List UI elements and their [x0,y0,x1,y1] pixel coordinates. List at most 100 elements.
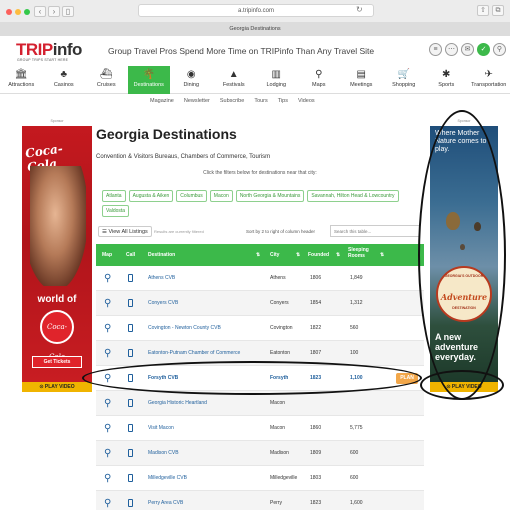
nav-item-casinos[interactable]: ♣ Casinos [43,66,86,94]
table-row[interactable]: ⚲ Forsyth CVB Forsyth 1823 1,100 PLAN [96,366,424,391]
nav-item-meetings[interactable]: ▤ Meetings [340,66,383,94]
header-city[interactable]: City [270,244,279,266]
destination-link[interactable]: Visit Macon [148,416,174,441]
map-pin-icon[interactable]: ⚲ [104,441,111,466]
filter-chip[interactable]: Macon [209,190,233,202]
get-tickets-button[interactable]: Get Tickets [32,356,82,368]
filter-chip[interactable]: Valdosta [102,205,130,217]
email-icon[interactable]: ✉ [461,43,474,56]
view-all-listings-button[interactable]: ☰ View All Listings [98,226,152,237]
filter-chip[interactable]: North Georgia & Mountains [235,190,305,202]
subnav-link-tours[interactable]: Tours [254,98,267,104]
map-pin-icon[interactable]: ⚲ [104,341,111,366]
nav-item-festivals[interactable]: ▲ Festivals [213,66,256,94]
sort-arrows-icon[interactable]: ⇅ [256,244,260,266]
map-pin-icon[interactable]: ⚲ [104,366,111,391]
subnav-link-magazine[interactable]: Magazine [150,98,174,104]
destination-link[interactable]: Covington - Newton County CVB [148,316,221,341]
table-row[interactable]: ⚲ Eatonton-Putnam Chamber of Commerce Eato… [96,341,424,366]
nav-item-dining[interactable]: ◉ Dining [170,66,213,94]
nav-item-maps[interactable]: ⚲ Maps [298,66,341,94]
table-row[interactable]: ⚲ Milledgeville CVB Milledgeville 1803 600 [96,466,424,491]
back-icon[interactable]: ‹ [34,6,46,17]
minimize-window-icon[interactable] [15,9,21,15]
nav-item-lodging[interactable]: ▥ Lodging [255,66,298,94]
share-icon[interactable]: ⇧ [477,5,489,16]
filter-chip[interactable]: Savannah, Hilton Head & Lowcountry [307,190,399,202]
table-row[interactable]: ⚲ Conyers CVB Conyers 1854 1,312 [96,291,424,316]
destination-link[interactable]: Forsyth CVB [148,366,178,391]
destination-link[interactable]: Milledgeville CVB [148,466,187,491]
nav-item-cruises[interactable]: ⛴ Cruises [85,66,128,94]
map-pin-icon[interactable]: ⚲ [104,466,111,491]
phone-icon[interactable] [128,491,133,510]
subnav-link-tips[interactable]: Tips [278,98,288,104]
table-search-input[interactable] [330,225,420,237]
header-founded[interactable]: Founded [308,244,329,266]
table-row[interactable]: ⚲ Athens CVB Athens 1806 1,849 [96,266,424,291]
play-video-button-left[interactable]: ⊙ PLAY VIDEO [22,382,92,392]
subnav-link-newsletter[interactable]: Newsletter [184,98,210,104]
sort-arrows-icon[interactable]: ⇅ [296,244,300,266]
phone-icon[interactable] [128,391,133,416]
share-circle-icon[interactable]: ⋯ [445,43,458,56]
header-map[interactable]: Map [102,244,112,266]
maximize-window-icon[interactable] [24,9,30,15]
sort-arrows-icon[interactable]: ⇅ [380,244,384,266]
header-destination[interactable]: Destination [148,244,175,266]
play-video-button-right[interactable]: ⊙ PLAY VIDEO [430,382,498,392]
left-ad[interactable]: Sponsor Coca-Cola world of Coca-Cola Get… [22,118,92,394]
map-pin-icon[interactable]: ⚲ [104,316,111,341]
map-pin-icon[interactable]: ⚲ [104,266,111,291]
phone-icon[interactable] [128,341,133,366]
destination-link[interactable]: Conyers CVB [148,291,178,316]
phone-icon[interactable] [128,266,133,291]
table-row[interactable]: ⚲ Covington - Newton County CVB Covington 1… [96,316,424,341]
close-window-icon[interactable] [6,9,12,15]
address-bar[interactable]: a.tripinfo.com [138,4,374,17]
right-ad[interactable]: Sponsor Where Mother Nature comes to pla… [430,118,498,394]
table-row[interactable]: ⚲ Georgia Historic Heartland Macon [96,391,424,416]
table-row[interactable]: ⚲ Visit Macon Macon 1860 5,775 [96,416,424,441]
destination-link[interactable]: Perry Area CVB [148,491,183,510]
filter-chip[interactable]: Augusta & Aiken [128,190,174,202]
sidebar-toggle-icon[interactable]: ▯ [62,6,74,17]
browser-tab[interactable]: Georgia Destinations [0,22,510,36]
phone-icon[interactable] [128,291,133,316]
filter-chip[interactable]: Atlanta [102,190,126,202]
map-pin-icon[interactable]: ⚲ [104,291,111,316]
search-icon[interactable]: ⚲ [493,43,506,56]
nav-item-destinations[interactable]: 🌴 Destinations [127,66,170,94]
nav-item-attractions[interactable]: 🏛 Attractions [0,66,43,94]
tripinfo-logo[interactable]: TRIPinfo [16,40,82,60]
phone-icon[interactable] [128,316,133,341]
map-pin-icon[interactable]: ⚲ [104,391,111,416]
nav-item-sports[interactable]: ✱ Sports [425,66,468,94]
phone-icon[interactable] [128,416,133,441]
destination-link[interactable]: Madison CVB [148,441,179,466]
georgia-outdoor-ad[interactable]: Where Mother Nature comes to play. GEORG… [430,126,498,382]
plan-button[interactable]: PLAN [396,373,418,384]
table-row[interactable]: ⚲ Madison CVB Madison 1809 600 [96,441,424,466]
forward-icon[interactable]: › [48,6,60,17]
nav-item-shopping[interactable]: 🛒 Shopping [383,66,426,94]
phone-icon[interactable] [128,466,133,491]
map-pin-icon[interactable]: ⚲ [104,491,111,510]
reload-icon[interactable]: ↻ [356,5,363,14]
table-row[interactable]: ⚲ Perry Area CVB Perry 1823 1,600 [96,491,424,510]
destination-link[interactable]: Eatonton-Putnam Chamber of Commerce [148,341,240,366]
destination-link[interactable]: Georgia Historic Heartland [148,391,207,416]
subnav-link-subscribe[interactable]: Subscribe [220,98,244,104]
nav-item-transportation[interactable]: ✈ Transportation [468,66,510,94]
filter-chip[interactable]: Columbus [176,190,207,202]
destination-link[interactable]: Athens CVB [148,266,175,291]
header-call[interactable]: Call [126,244,135,266]
phone-icon[interactable] [128,441,133,466]
phone-icon[interactable] [128,366,133,391]
coca-cola-ad[interactable]: Coca-Cola world of Coca-Cola Get Tickets [22,126,92,382]
menu-icon[interactable]: ≡ [429,43,442,56]
check-icon[interactable]: ✓ [477,43,490,56]
subnav-link-videos[interactable]: Videos [298,98,315,104]
tabs-icon[interactable]: ⧉ [492,5,504,16]
map-pin-icon[interactable]: ⚲ [104,416,111,441]
